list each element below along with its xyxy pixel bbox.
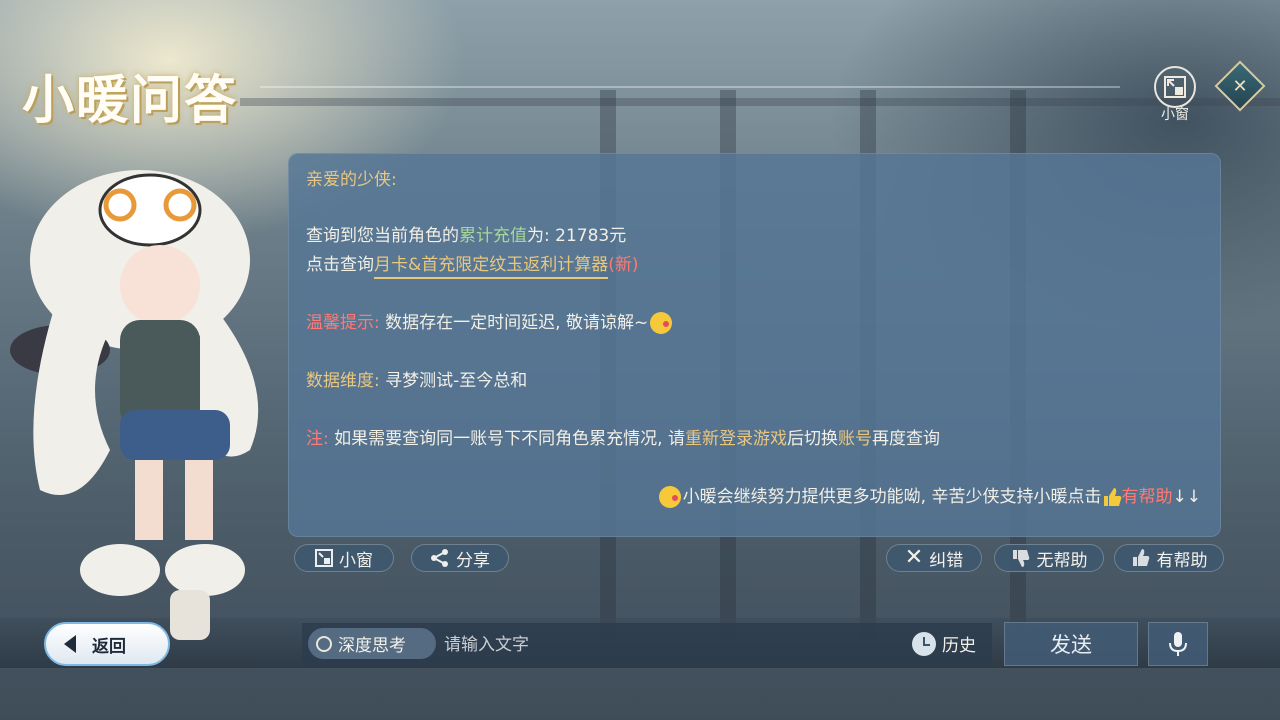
recharge-line: 查询到您当前角色的累计充值为: 21783元 [306,224,626,248]
small-window-icon [1164,76,1186,98]
calculator-prefix: 点击查询 [306,255,374,275]
dimension-line: 数据维度: 寻梦测试-至今总和 [306,369,527,393]
small-window-button[interactable] [1154,66,1196,108]
note-middle: 后切换 [786,429,838,449]
recharge-key: 累计充值 [459,226,527,246]
not-helpful-label: 无帮助 [1036,550,1088,571]
deep-think-label: 深度思考 [338,636,406,656]
background-beam [240,98,1280,106]
note-account: 账号 [837,429,872,449]
back-label: 返回 [92,636,126,657]
small-window-action-button[interactable]: 小窗 [294,544,394,572]
closing-line: 小暖会继续努力提供更多功能呦, 辛苦少侠支持小暖点击 有帮助↓↓ [657,485,1201,509]
tip-text: 数据存在一定时间延迟, 敬请谅解~ [385,313,649,333]
microphone-button[interactable] [1148,622,1208,666]
note-prefix: 如果需要查询同一账号下不同角色累充情况, 请 [334,429,685,449]
dimension-label: 数据维度: [306,371,380,391]
not-helpful-button[interactable]: 无帮助 [994,544,1104,572]
note-relogin: 重新登录游戏 [684,429,787,449]
thumbs-up-emoji-icon [1103,488,1121,506]
note-line: 注: 如果需要查询同一账号下不同角色累充情况, 请重新登录游戏后切换账号再度查询 [306,427,940,451]
back-button[interactable]: 返回 [44,622,170,666]
share-label: 分享 [456,550,490,571]
correct-label: 纠错 [929,550,964,571]
small-window-action-label: 小窗 [339,550,373,571]
radio-circle-icon [316,635,332,652]
history-label: 历史 [942,636,976,656]
dimension-value: 寻梦测试-至今总和 [385,371,528,391]
page-title: 小暖问答 [22,70,239,131]
send-label: 发送 [1050,633,1092,657]
answer-panel: 亲爱的少侠: 查询到您当前角色的累计充值为: 21783元 点击查询月卡&首充限… [288,153,1221,537]
closing-text: 小暖会继续努力提供更多功能呦, 辛苦少侠支持小暖点击 [682,487,1102,507]
note-suffix: 再度查询 [871,429,940,449]
clock-icon [912,631,936,656]
cross-icon: ✕ [904,545,924,570]
chat-input-bar: 深度思考 历史 [302,623,992,665]
tip-label: 温馨提示: [306,313,380,333]
helpful-label: 有帮助 [1156,550,1208,571]
greeting: 亲爱的少侠: [306,170,397,190]
small-window-label: 小窗 [1161,107,1189,123]
tip-line: 温馨提示: 数据存在一定时间延迟, 敬请谅解~ [306,311,674,335]
calculator-link[interactable]: 月卡&首充限定纹玉返利计算器 [374,255,609,279]
diamond-menu-icon: ✕ [1232,75,1248,97]
title-divider [260,86,1120,88]
wink-emoji-icon [658,486,681,508]
calculator-line: 点击查询月卡&首充限定纹玉返利计算器(新) [306,253,639,279]
send-button[interactable]: 发送 [1004,622,1138,666]
recharge-prefix: 查询到您当前角色的 [306,226,459,246]
deep-think-toggle[interactable]: 深度思考 [308,628,436,659]
wink-emoji-icon [650,312,673,334]
note-label: 注: [306,429,329,449]
thumbs-down-icon [1012,550,1029,567]
share-button[interactable]: 分享 [411,544,509,572]
microphone-icon [1169,632,1187,656]
helpful-button[interactable]: 有帮助 [1114,544,1224,572]
share-icon [431,549,448,567]
closing-helpful: 有帮助 [1121,487,1173,507]
history-button[interactable]: 历史 [912,631,976,656]
recharge-value: 为: 21783元 [527,226,627,246]
back-arrow-icon [64,635,76,653]
new-tag: (新) [608,255,639,275]
correct-button[interactable]: ✕ 纠错 [886,544,982,572]
thumbs-up-icon [1132,549,1149,566]
mascot-character [10,170,259,640]
message-input[interactable] [442,629,886,661]
small-window-icon [315,549,333,567]
closing-arrows: ↓↓ [1172,487,1202,507]
